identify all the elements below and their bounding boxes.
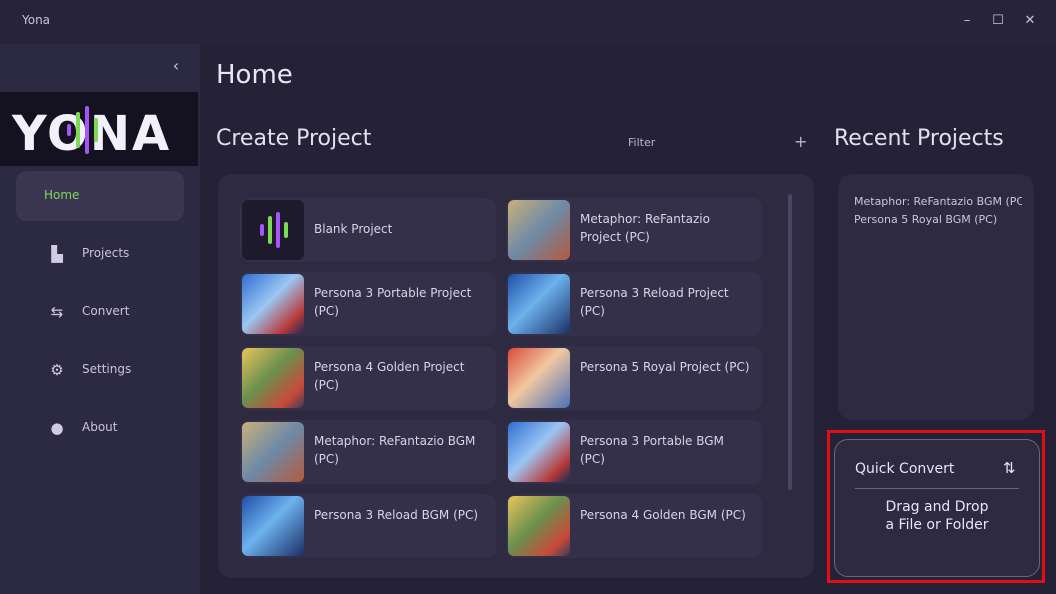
projects-icon: ▙	[51, 245, 63, 263]
project-card-p3p[interactable]: Persona 3 Portable Project (PC)	[240, 272, 496, 336]
filter-dropdown[interactable]: Filter	[628, 136, 655, 149]
card-label: Metaphor: ReFantazio BGM (PC)	[314, 434, 476, 466]
metaphor-thumbnail	[508, 200, 570, 260]
card-label: Persona 4 Golden BGM (PC)	[580, 508, 746, 522]
sidebar: ‹ YONA Home ▙ Projects ⇆ Convert ⚙ Setti…	[0, 44, 200, 594]
sidebar-item-label: Projects	[82, 246, 130, 260]
sidebar-item-label: Settings	[82, 362, 132, 376]
p4g-thumbnail	[242, 348, 304, 408]
p3r-thumbnail	[242, 496, 304, 556]
sidebar-item-projects[interactable]: ▙ Projects	[16, 229, 184, 279]
project-card-blank[interactable]: Blank Project	[240, 198, 496, 262]
card-label: Persona 4 Golden Project (PC)	[314, 360, 465, 392]
card-label: Metaphor: ReFantazio Project (PC)	[580, 212, 710, 244]
sidebar-item-label: Home	[44, 188, 80, 202]
project-card-p4g[interactable]: Persona 4 Golden Project (PC)	[240, 346, 496, 410]
recent-projects-title: Recent Projects	[834, 126, 1004, 151]
logo: YONA	[0, 92, 198, 166]
blank-project-thumbnail	[242, 200, 304, 260]
minimize-button[interactable]: –	[956, 10, 978, 32]
create-project-title: Create Project	[216, 126, 372, 151]
sidebar-item-home[interactable]: Home	[16, 171, 184, 221]
sidebar-item-settings[interactable]: ⚙ Settings	[16, 345, 184, 395]
card-label: Persona 3 Portable Project (PC)	[314, 286, 472, 318]
sidebar-item-label: About	[82, 420, 118, 434]
card-label: Persona 5 Royal Project (PC)	[580, 360, 750, 374]
p5r-thumbnail	[508, 348, 570, 408]
gear-icon: ⚙	[50, 361, 64, 379]
p3r-thumbnail	[508, 274, 570, 334]
info-icon: ●	[50, 419, 64, 437]
project-card-p3p-bgm[interactable]: Persona 3 Portable BGM (PC)	[506, 420, 762, 484]
project-card-metaphor[interactable]: Metaphor: ReFantazio Project (PC)	[506, 198, 762, 262]
recent-project-item[interactable]: Metaphor: ReFantazio BGM (PC)	[854, 195, 1022, 208]
add-project-button[interactable]: +	[794, 132, 807, 151]
logo-waveform-icon	[67, 106, 98, 154]
collapse-sidebar-button[interactable]: ‹	[166, 56, 186, 76]
convert-icon: ⇆	[50, 303, 64, 321]
card-label: Blank Project	[314, 222, 393, 236]
recent-projects-panel: Metaphor: ReFantazio BGM (PC) Persona 5 …	[838, 174, 1034, 420]
card-label: Persona 3 Reload Project (PC)	[580, 286, 729, 318]
p4g-thumbnail	[508, 496, 570, 556]
waveform-icon	[260, 212, 288, 248]
highlight-box	[827, 430, 1045, 583]
maximize-button[interactable]: ☐	[987, 10, 1009, 32]
title-bar: Yona – ☐ ✕	[0, 0, 1056, 44]
project-card-metaphor-bgm[interactable]: Metaphor: ReFantazio BGM (PC)	[240, 420, 496, 484]
metaphor-thumbnail	[242, 422, 304, 482]
sidebar-item-about[interactable]: ● About	[16, 403, 184, 453]
project-card-p5r[interactable]: Persona 5 Royal Project (PC)	[506, 346, 762, 410]
page-title: Home	[216, 60, 293, 90]
create-project-panel: Blank Project Metaphor: ReFantazio Proje…	[218, 174, 814, 578]
app-title: Yona	[22, 13, 51, 27]
project-card-p3r[interactable]: Persona 3 Reload Project (PC)	[506, 272, 762, 336]
p3p-thumbnail	[508, 422, 570, 482]
sidebar-item-label: Convert	[82, 304, 130, 318]
recent-project-item[interactable]: Persona 5 Royal BGM (PC)	[854, 213, 1022, 226]
p3p-thumbnail	[242, 274, 304, 334]
close-button[interactable]: ✕	[1019, 10, 1041, 32]
sidebar-item-convert[interactable]: ⇆ Convert	[16, 287, 184, 337]
project-card-p3r-bgm[interactable]: Persona 3 Reload BGM (PC)	[240, 494, 496, 558]
card-label: Persona 3 Portable BGM (PC)	[580, 434, 724, 466]
scrollbar[interactable]	[788, 194, 792, 490]
project-card-p4g-bgm[interactable]: Persona 4 Golden BGM (PC)	[506, 494, 762, 558]
card-label: Persona 3 Reload BGM (PC)	[314, 508, 479, 522]
